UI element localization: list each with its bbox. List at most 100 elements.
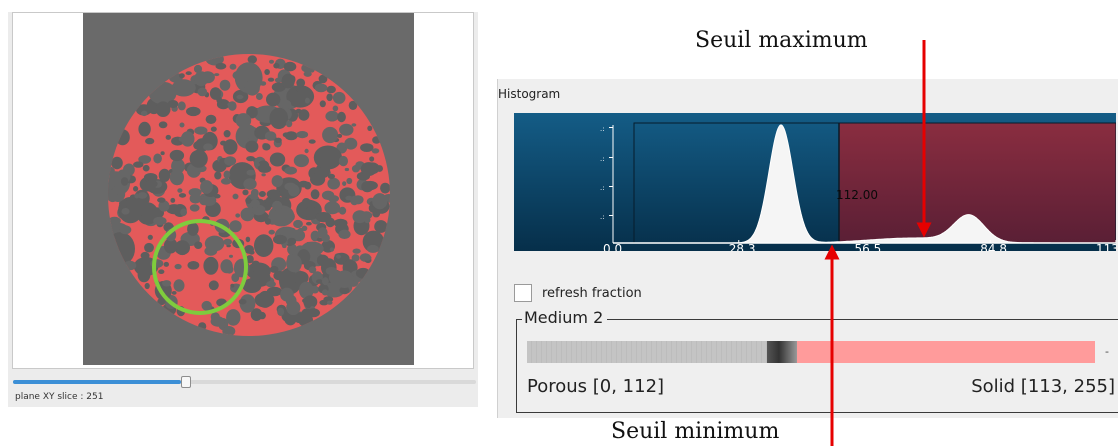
- pore: [163, 261, 169, 267]
- pore: [235, 213, 241, 218]
- pore: [254, 234, 274, 257]
- pore: [223, 130, 231, 138]
- pore: [177, 188, 183, 193]
- ct-slice-image[interactable]: [83, 13, 414, 365]
- pore: [344, 137, 358, 150]
- refresh-fraction-checkbox[interactable]: [514, 284, 532, 302]
- pore: [296, 78, 306, 88]
- pore: [321, 289, 329, 296]
- pore: [208, 280, 219, 291]
- pore: [272, 200, 283, 211]
- pore: [167, 100, 179, 108]
- pore: [284, 166, 297, 175]
- pore: [121, 208, 130, 215]
- pore: [284, 197, 290, 202]
- pore: [258, 191, 266, 197]
- phase-color-bar[interactable]: [527, 341, 1095, 363]
- pore: [344, 167, 350, 172]
- pore: [338, 229, 351, 239]
- slider-handle[interactable]: [181, 376, 191, 388]
- pore: [351, 123, 357, 127]
- seuil-maximum-annotation: Seuil maximum: [695, 28, 868, 53]
- pore: [266, 197, 271, 203]
- pore: [214, 73, 220, 77]
- pore: [266, 280, 276, 288]
- pore: [264, 69, 270, 75]
- pore: [232, 193, 239, 200]
- pore: [322, 126, 339, 144]
- pore: [303, 71, 312, 77]
- pore: [360, 162, 377, 177]
- svg-text:.:: .:: [600, 155, 605, 163]
- pore: [329, 282, 340, 289]
- pore: [286, 254, 302, 273]
- pore: [158, 168, 171, 182]
- pore: [298, 180, 310, 188]
- pore: [186, 106, 201, 117]
- pore: [332, 91, 346, 104]
- pore: [285, 120, 293, 128]
- pore: [274, 137, 282, 143]
- pore: [111, 156, 123, 170]
- pore: [360, 143, 374, 153]
- pore: [153, 153, 162, 164]
- histogram-chart[interactable]: .: .: .: .: 112.00 0.0 28.3 56.5 84.8 113.0: [514, 113, 1116, 251]
- x-tick-label: 84.8: [980, 242, 1007, 251]
- pore: [327, 177, 340, 190]
- pore: [361, 181, 374, 193]
- pore: [180, 131, 195, 147]
- image-view[interactable]: [12, 12, 474, 369]
- slice-label: plane XY slice : 251: [15, 392, 104, 402]
- pore: [245, 236, 251, 243]
- pore: [153, 216, 167, 226]
- pore: [346, 177, 353, 185]
- pore: [256, 93, 263, 100]
- pore: [264, 131, 277, 141]
- pore: [223, 170, 231, 179]
- medium-group: Medium 2 - Porous [0, 112] Solid [113, 2…: [516, 308, 1118, 413]
- pore: [203, 143, 213, 151]
- pore: [282, 132, 290, 138]
- pore: [342, 181, 347, 187]
- pore: [337, 133, 343, 138]
- pore: [197, 87, 208, 97]
- histogram-title: Histogram: [498, 87, 561, 101]
- pore: [194, 71, 209, 87]
- pore: [255, 162, 260, 167]
- pore: [120, 177, 129, 186]
- pore: [261, 173, 266, 177]
- refresh-fraction-label: refresh fraction: [542, 285, 642, 301]
- pore: [322, 277, 329, 286]
- slice-slider[interactable]: [13, 376, 476, 390]
- medium-title: Medium 2: [522, 308, 608, 327]
- pore: [281, 73, 295, 89]
- x-tick-label: 0.0: [603, 242, 622, 251]
- pore: [352, 248, 361, 254]
- x-tick-label: 56.5: [855, 242, 882, 251]
- pore: [145, 179, 158, 188]
- pore: [223, 238, 232, 246]
- pore: [187, 261, 200, 270]
- pore: [214, 171, 222, 180]
- pore: [119, 170, 124, 174]
- pore: [226, 309, 241, 326]
- pore: [327, 173, 335, 180]
- pore: [286, 300, 301, 316]
- pore: [138, 121, 151, 137]
- pore: [325, 110, 339, 122]
- pore: [160, 151, 165, 156]
- pore: [321, 233, 330, 243]
- bar-dash: -: [1105, 345, 1109, 358]
- pore: [281, 99, 292, 109]
- pore: [216, 96, 223, 104]
- pore: [230, 283, 235, 288]
- pore: [246, 169, 256, 176]
- refresh-fraction[interactable]: refresh fraction: [514, 284, 642, 302]
- pore: [210, 126, 217, 132]
- pore: [295, 221, 302, 228]
- pore: [205, 114, 217, 124]
- pore: [238, 298, 247, 305]
- solid-range-label: Solid [113, 255]: [971, 376, 1115, 397]
- pore: [329, 162, 336, 168]
- pore: [306, 308, 320, 318]
